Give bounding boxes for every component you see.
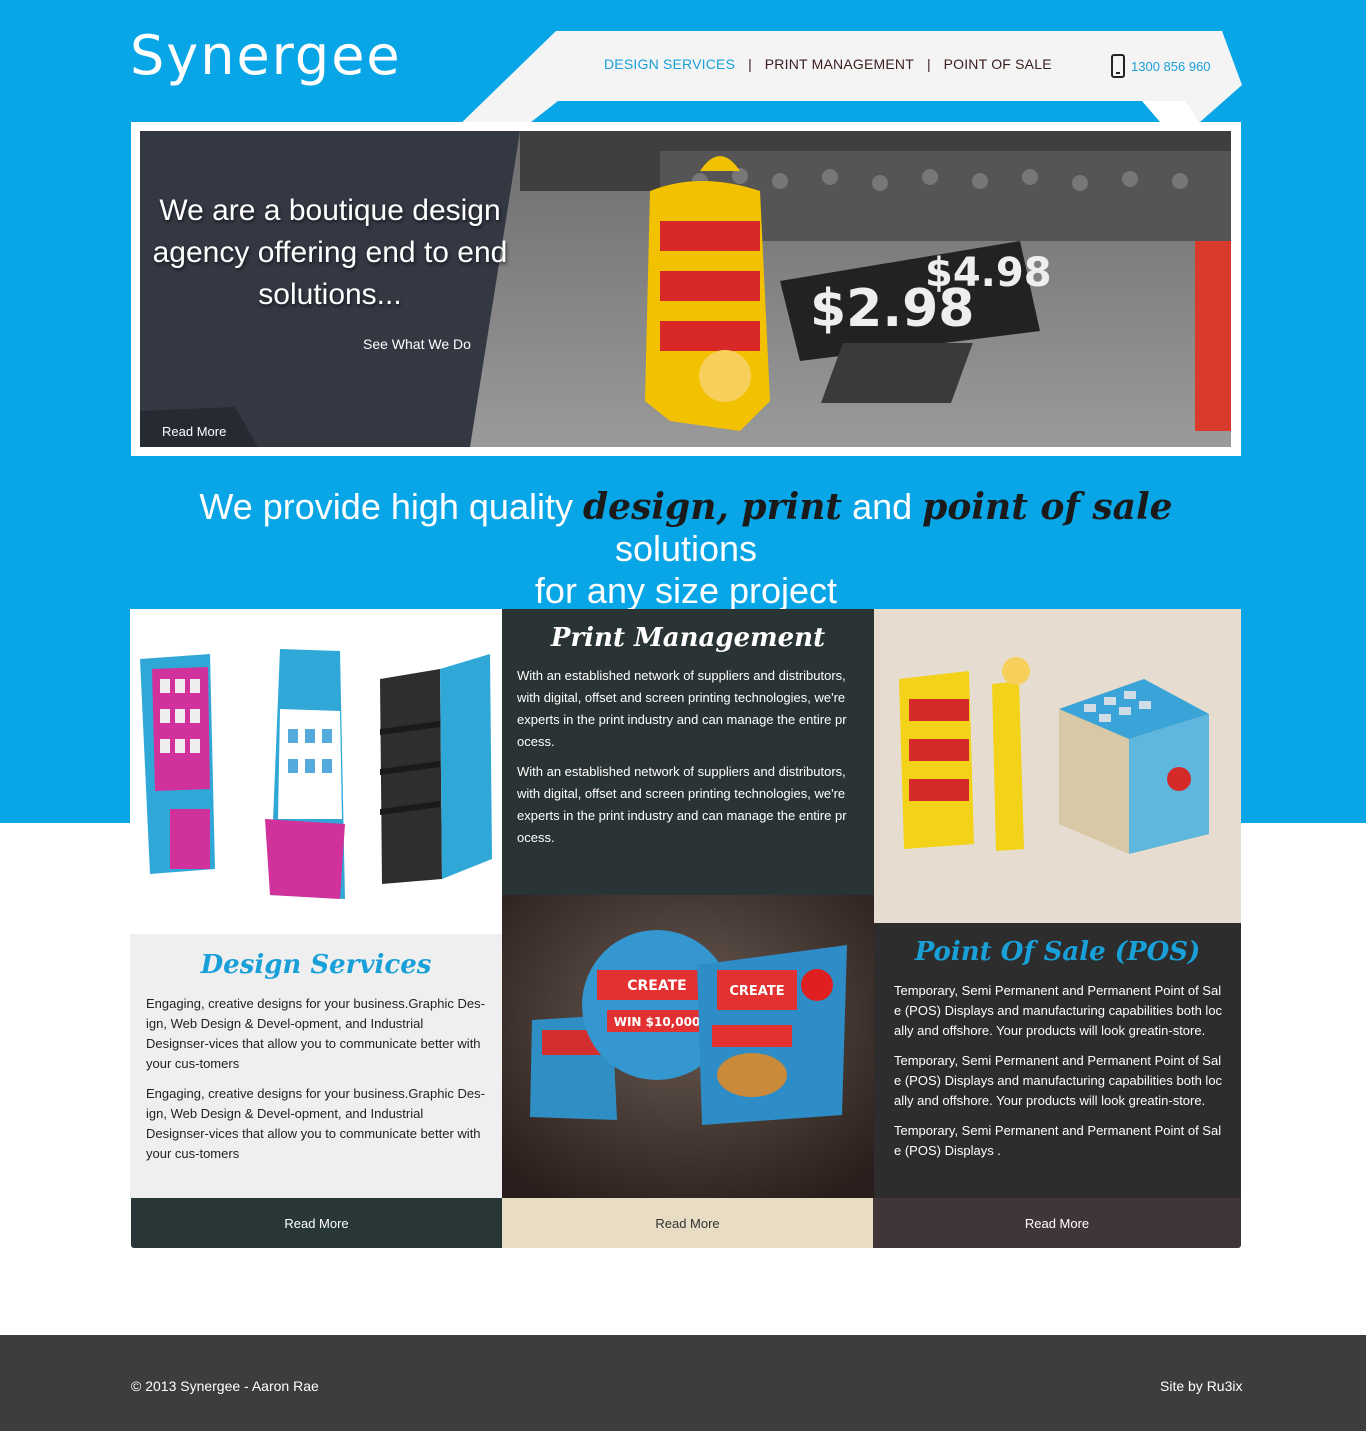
svg-text:WIN $10,000: WIN $10,000 xyxy=(614,1015,701,1029)
nav-separator: | xyxy=(926,56,931,72)
design-read-more-button[interactable]: Read More xyxy=(131,1198,502,1248)
design-services-text: Engaging, creative designs for your busi… xyxy=(146,996,485,1071)
hero-read-more-button[interactable]: Read More xyxy=(162,424,226,439)
see-what-we-do-link[interactable]: See What We Do xyxy=(363,336,471,352)
point-of-sale-title: Point Of Sale (POS) xyxy=(914,937,1201,967)
svg-text:CREATE: CREATE xyxy=(729,984,784,999)
point-of-sale-text: Temporary, Semi Permanent and Permanent … xyxy=(894,1123,1222,1158)
phone-number: 1300 856 960 xyxy=(1131,58,1211,74)
tagline: We provide high quality design, print an… xyxy=(131,486,1241,612)
pos-read-more-button[interactable]: Read More xyxy=(873,1198,1241,1248)
sandwich-promo-image: CREATE WIN $10,000 CREATE xyxy=(502,895,874,1198)
main-nav: DESIGN SERVICES | PRINT MANAGEMENT | POI… xyxy=(604,56,1052,72)
tagline-text: We provide high quality xyxy=(199,486,573,527)
tagline-emphasis: point of sale xyxy=(922,486,1173,528)
logo[interactable]: Synergee xyxy=(130,24,402,87)
phone-contact[interactable]: 1300 856 960 xyxy=(1111,54,1211,78)
svg-text:CREATE: CREATE xyxy=(627,978,686,994)
design-services-title: Design Services xyxy=(200,950,432,980)
mobile-phone-icon xyxy=(1111,54,1125,78)
point-of-sale-text: Temporary, Semi Permanent and Permanent … xyxy=(894,1053,1223,1108)
print-management-panel: Print Management With an established net… xyxy=(502,609,874,895)
hero-headline: We are a boutique design agency offering… xyxy=(152,194,508,311)
print-management-text: With an established network of suppliers… xyxy=(517,764,847,845)
tagline-line1: We provide high quality design, print an… xyxy=(131,486,1241,570)
footer-copyright: © 2013 Synergee - Aaron Rae xyxy=(131,1378,319,1394)
svg-text:$4.98: $4.98 xyxy=(925,250,1052,296)
footer-credit[interactable]: Site by Ru3ix xyxy=(1160,1378,1242,1394)
nav-point-of-sale[interactable]: POINT OF SALE xyxy=(944,56,1052,72)
nav-separator: | xyxy=(748,56,752,72)
nav-print-management[interactable]: PRINT MANAGEMENT xyxy=(765,56,914,72)
pos-products-image xyxy=(874,609,1241,923)
tagline-text: solutions xyxy=(614,528,758,569)
tagline-line2: for any size project xyxy=(534,570,838,611)
print-read-more-button[interactable]: Read More xyxy=(502,1198,873,1248)
nav-design-services[interactable]: DESIGN SERVICES xyxy=(604,56,735,72)
point-of-sale-text: Temporary, Semi Permanent and Permanent … xyxy=(894,983,1223,1038)
point-of-sale-panel: Point Of Sale (POS) Temporary, Semi Perm… xyxy=(874,923,1241,1198)
tagline-text: and xyxy=(852,486,913,527)
print-management-text: With an established network of suppliers… xyxy=(517,668,847,749)
tagline-emphasis: design, print xyxy=(583,486,843,528)
design-services-panel: Design Services Engaging, creative desig… xyxy=(130,934,502,1198)
display-stands-image xyxy=(130,609,502,934)
print-management-title: Print Management xyxy=(550,623,826,653)
design-services-text: Engaging, creative designs for your busi… xyxy=(146,1086,485,1161)
